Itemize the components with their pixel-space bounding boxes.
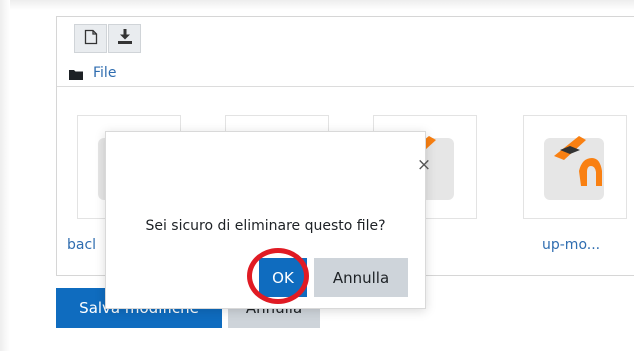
page-shadow bbox=[0, 0, 634, 10]
file-thumbnail bbox=[523, 115, 627, 219]
file-name[interactable]: bacl bbox=[67, 237, 96, 253]
breadcrumb-folder-link[interactable]: File bbox=[93, 65, 116, 81]
file-item[interactable] bbox=[523, 115, 627, 233]
dialog-header-divider bbox=[105, 191, 426, 192]
moodle-backup-icon bbox=[544, 136, 604, 200]
dialog-cancel-button[interactable]: Annulla bbox=[314, 258, 408, 297]
file-manager-toolbar: File bbox=[57, 17, 634, 87]
download-button[interactable] bbox=[108, 24, 141, 53]
file-name[interactable]: up-mo... bbox=[542, 237, 600, 253]
download-icon bbox=[117, 29, 132, 48]
folder-icon bbox=[69, 68, 83, 80]
dialog-message: Sei sicuro di eliminare questo file? bbox=[145, 218, 386, 234]
close-icon[interactable]: × bbox=[414, 155, 434, 175]
page-shadow-left bbox=[0, 0, 10, 351]
file-icon bbox=[84, 29, 98, 49]
ok-button[interactable]: OK bbox=[259, 258, 307, 297]
breadcrumb: File bbox=[69, 65, 116, 81]
new-file-button[interactable] bbox=[74, 24, 107, 53]
